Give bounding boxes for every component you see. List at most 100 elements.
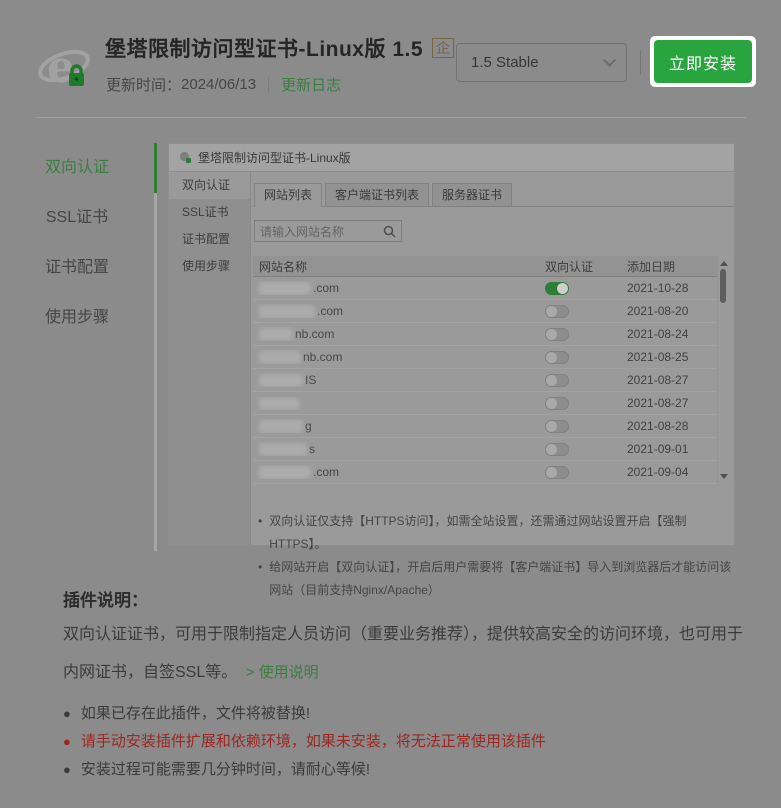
table-row: nb.com 2021-08-24 [253,323,717,346]
site-name-fragment: IS [305,373,317,387]
sidebar-item-证书配置[interactable]: 证书配置 [0,243,154,293]
blurred-site-name [259,373,303,387]
plugin-description-heading: 插件说明： [63,591,148,610]
date-cell: 2021-08-27 [627,373,689,387]
site-name-cell: nb.com [253,327,545,341]
preview-titlebar: 堡塔限制访问型证书-Linux版 [169,144,734,172]
warning-text: 安装过程可能需要几分钟时间，请耐心等候! [80,761,371,778]
blurred-site-name [259,465,311,479]
table-row: .com 2021-08-20 [253,300,717,323]
toggle-knob [546,328,557,340]
preview-window-title: 堡塔限制访问型证书-Linux版 [198,151,351,165]
scroll-down-icon [720,474,728,479]
site-name-fragment: nb.com [303,350,343,364]
note-text: 给网站开启【双向认证】，开启后用户需要将【客户端证书】导入到浏览器后才能访问该网… [269,560,732,597]
auth-cell [545,304,627,318]
divider [36,117,746,118]
mutual-auth-toggle [545,442,569,456]
col-date-added: 添加日期 [627,259,676,274]
preview-sidebar-item: 使用步骤 [182,259,231,273]
sidebar-item-SSL证书[interactable]: SSL证书 [0,193,154,243]
table-row: 2021-08-27 [253,392,717,415]
auth-cell [545,327,627,341]
warning-item: ● 请手动安装插件扩展和依赖环境，如果未安装，将无法正常使用该插件 [63,728,546,756]
bullet-icon: ● [63,734,71,749]
site-name-fragment: nb.com [295,327,335,341]
version-select[interactable]: 1.5 Stable [456,43,627,82]
table-row: .com 2021-10-28 [253,277,717,300]
blurred-site-name [259,304,315,318]
toggle-knob [546,374,557,386]
preview-sidebar-item: 双向认证 [169,172,250,199]
auth-cell [545,442,627,456]
preview-tab: 网站列表 [254,183,323,207]
auth-cell [545,373,627,387]
site-name-fragment: g [305,419,312,433]
date-cell: 2021-08-28 [627,419,689,433]
update-time-value: 2024/06/13 [181,76,257,93]
mutual-auth-toggle [545,396,569,410]
note-text: 双向认证仅支持【HTTPS访问】，如需全站设置，还需通过网站设置开启【强制HTT… [269,514,687,551]
plugin-install-dialog: e 堡塔限制访问型证书-Linux版 1.5 企 更新时间： 2024/06/1… [0,0,781,808]
site-name-cell: .com [253,304,545,318]
auth-cell [545,419,627,433]
description-body-text: 双向认证证书，可用于限制指定人员访问（重要业务推荐），提供较高安全的访问环境，也… [63,626,744,681]
mini-plugin-icon [179,151,191,163]
date-cell: 2021-10-28 [627,281,689,295]
sidebar-track [154,143,157,551]
auth-cell [545,281,627,295]
bullet-icon: • [258,514,263,528]
site-name-fragment: s [309,442,315,456]
site-name-cell: .com [253,281,545,295]
preview-sidebar-item: SSL证书 [182,205,229,219]
blurred-site-name [259,419,303,433]
preview-note: • 给网站开启【双向认证】，开启后用户需要将【客户端证书】导入到浏览器后才能访问该… [258,556,734,602]
usage-guide-link[interactable]: > 使用说明 [246,664,319,681]
mutual-auth-toggle [545,327,569,341]
blurred-site-name [259,281,311,295]
toggle-knob [546,305,557,317]
preview-search-input: 请输入网站名称 [254,220,402,242]
plugin-description-text: 双向认证证书，可用于限制指定人员访问（重要业务推荐），提供较高安全的访问环境，也… [63,616,747,692]
auth-cell [545,465,627,479]
toggle-knob [546,420,557,432]
chevron-down-icon [603,54,616,67]
search-placeholder: 请输入网站名称 [260,224,345,239]
site-name-fragment: .com [317,304,344,318]
version-select-value: 1.5 Stable [471,54,539,71]
install-now-button[interactable]: 立即安装 [654,40,753,83]
auth-cell [545,396,627,410]
warning-item: ● 安装过程可能需要几分钟时间，请耐心等候! [63,756,546,784]
page-title: 堡塔限制访问型证书-Linux版 1.5 [105,38,424,61]
table-row: g 2021-08-28 [253,415,717,438]
toggle-knob [546,443,557,455]
site-name-cell: IS [253,373,545,387]
site-name-cell: .com [253,465,545,479]
update-time-label: 更新时间： [106,77,182,94]
table-row: .com 2021-09-04 [253,461,717,484]
divider [640,51,641,75]
changelog-link[interactable]: 更新日志 [281,74,341,95]
divider [268,76,270,93]
site-name-cell [253,396,545,410]
mutual-auth-toggle [545,419,569,433]
scrollbar-thumb [720,269,726,303]
blurred-site-name [259,396,299,410]
sidebar-item-双向认证[interactable]: 双向认证 [0,143,154,193]
warning-text: 如果已存在此插件，文件将被替换! [80,705,311,722]
preview-inner-sidebar: 双向认证 SSL证书 证书配置 使用步骤 [169,172,251,545]
site-name-cell: s [253,442,545,456]
col-site-name: 网站名称 [259,259,308,274]
table-row: s 2021-09-01 [253,438,717,461]
plugin-logo-icon: e [37,41,91,95]
preview-scrollbar [717,256,729,484]
preview-tab: 服务器证书 [432,183,513,206]
sidebar-item-使用步骤[interactable]: 使用步骤 [0,293,154,343]
blurred-site-name [259,327,293,341]
mutual-auth-toggle [545,350,569,364]
preview-tab: 客户端证书列表 [325,183,430,206]
date-cell: 2021-08-20 [627,304,689,318]
date-cell: 2021-09-04 [627,465,689,479]
mutual-auth-toggle [545,373,569,387]
date-cell: 2021-08-24 [627,327,689,341]
